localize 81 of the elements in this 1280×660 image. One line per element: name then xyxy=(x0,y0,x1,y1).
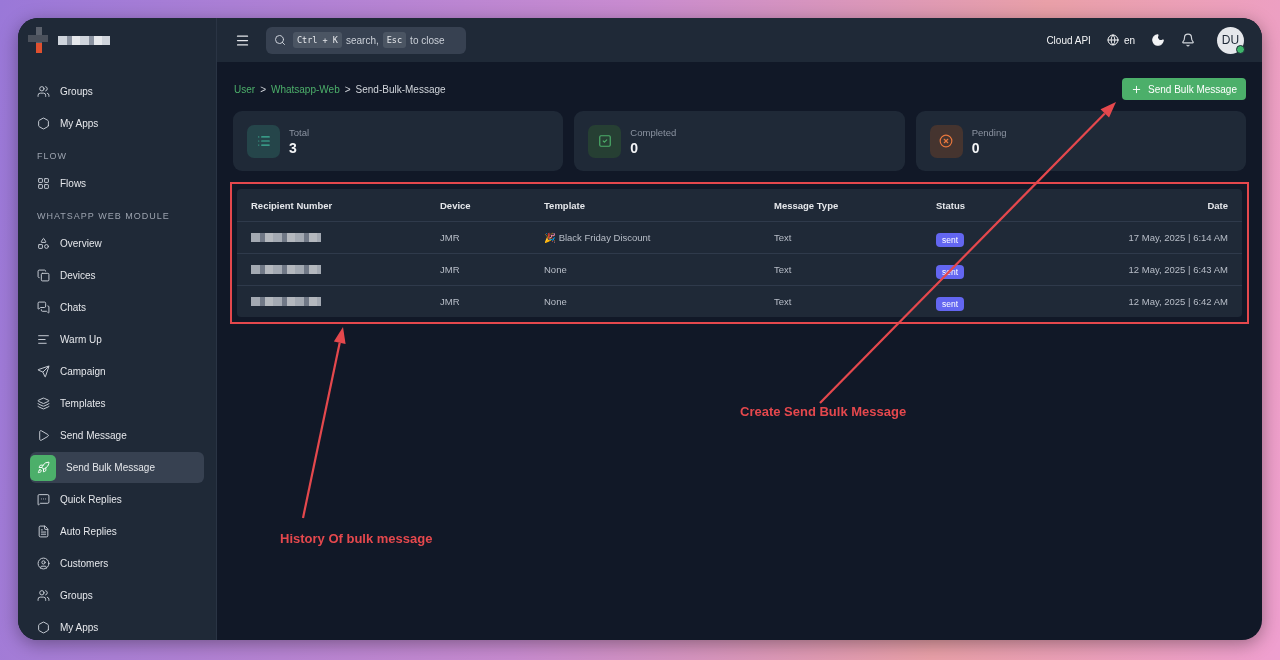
table-cell-text: Text xyxy=(773,296,793,307)
table-cell-text: 12 May, 2025 | 6:43 AM xyxy=(1127,264,1229,275)
search-icon xyxy=(274,34,286,46)
table-cell-text: 17 May, 2025 | 6:14 AM xyxy=(1127,232,1229,243)
stat-label: Total xyxy=(289,126,310,138)
breadcrumb-link[interactable]: Whatsapp-Web xyxy=(270,83,340,95)
sidebar-item[interactable]: Devices xyxy=(30,260,204,291)
grid-icon xyxy=(36,176,50,191)
sidebar-item[interactable]: My Apps xyxy=(30,108,204,139)
layers-icon xyxy=(36,396,50,411)
table-cell-text: JMR xyxy=(439,296,461,307)
redacted-text xyxy=(251,233,321,242)
plus-icon xyxy=(1131,83,1143,95)
chat-icon xyxy=(36,300,50,315)
breadcrumb-text: Send-Bulk-Message xyxy=(355,83,446,95)
search-field[interactable]: Ctrl + K search, Esc to close xyxy=(266,26,466,54)
column-header: Message Type xyxy=(773,199,840,211)
breadcrumb-text: > xyxy=(260,83,266,95)
copy-icon xyxy=(36,268,50,283)
section-heading: WHATSAPP WEB MODULE xyxy=(36,210,171,223)
rocket-icon xyxy=(30,454,56,481)
stat-value: 0 xyxy=(971,139,981,156)
sidebar-item[interactable]: My Apps xyxy=(30,612,204,640)
sidebar-item[interactable]: Send Bulk Message xyxy=(30,452,204,483)
stat-value: 3 xyxy=(289,139,298,156)
language-selector[interactable]: en xyxy=(1106,34,1135,46)
section-heading: FLOW xyxy=(36,150,68,163)
sidebar-item[interactable]: Auto Replies xyxy=(30,516,204,547)
sidebar-item[interactable]: Flows xyxy=(30,168,204,199)
status-badge: sent xyxy=(936,296,965,311)
user-circle-icon xyxy=(36,556,50,571)
breadcrumb-text: > xyxy=(344,83,351,95)
users-icon xyxy=(36,588,50,603)
column-header: Status xyxy=(935,199,967,211)
table-cell-text: JMR xyxy=(439,264,461,275)
column-header: Date xyxy=(1206,199,1229,211)
logo-icon xyxy=(28,27,48,53)
status-badge: sent xyxy=(936,232,965,247)
table-cell-text: Text xyxy=(773,264,793,275)
column-header: Template xyxy=(543,199,586,211)
shapes-icon xyxy=(36,236,50,251)
redacted-text xyxy=(251,297,321,306)
sidebar-item[interactable]: Warm Up xyxy=(30,324,204,355)
redacted-text xyxy=(251,265,321,274)
users-icon xyxy=(36,84,50,99)
stat-value: 0 xyxy=(630,139,640,156)
message-icon xyxy=(36,492,50,507)
table-cell-text: 12 May, 2025 | 6:42 AM xyxy=(1127,296,1229,307)
sidebar-item[interactable]: Customers xyxy=(30,548,204,579)
sidebar-item[interactable]: Send Message xyxy=(30,420,204,451)
play-icon xyxy=(36,428,50,443)
dark-mode-icon[interactable] xyxy=(1151,33,1165,47)
redacted-text xyxy=(58,35,110,45)
stat-label: Pending xyxy=(971,126,1007,138)
column-header: Device xyxy=(439,199,472,211)
stat-label: Completed xyxy=(630,126,677,138)
hexagon-icon xyxy=(36,620,50,635)
table-cell-text: None xyxy=(543,296,568,307)
table-cell-text: JMR xyxy=(439,232,461,243)
sidebar-item[interactable]: Quick Replies xyxy=(30,484,204,515)
column-header: Recipient Number xyxy=(250,199,334,211)
annotation-text: Create Send Bulk Message xyxy=(740,404,907,419)
annotation-text: History Of bulk message xyxy=(280,531,433,546)
paper-plane-icon xyxy=(36,364,50,379)
table-cell-text: Text xyxy=(773,232,793,243)
sidebar-item[interactable]: Groups xyxy=(30,580,204,611)
sidebar-item[interactable]: Overview xyxy=(30,228,204,259)
sidebar-item[interactable]: Campaign xyxy=(30,356,204,387)
avatar[interactable]: DU xyxy=(1217,26,1244,54)
hexagon-icon xyxy=(36,116,50,131)
sidebar-item[interactable]: Groups xyxy=(30,76,204,107)
document-icon xyxy=(36,524,50,539)
menu-icon[interactable] xyxy=(235,32,250,48)
notifications-icon[interactable] xyxy=(1181,33,1195,47)
lines-icon xyxy=(36,332,50,347)
sidebar-item[interactable]: Templates xyxy=(30,388,204,419)
api-link[interactable]: Cloud API xyxy=(1046,34,1091,46)
table-cell-text: None xyxy=(543,264,568,275)
breadcrumb-link[interactable]: User xyxy=(234,83,256,95)
sidebar-item[interactable]: Chats xyxy=(30,292,204,323)
table-cell-text: 🎉 Black Friday Discount xyxy=(543,232,652,243)
